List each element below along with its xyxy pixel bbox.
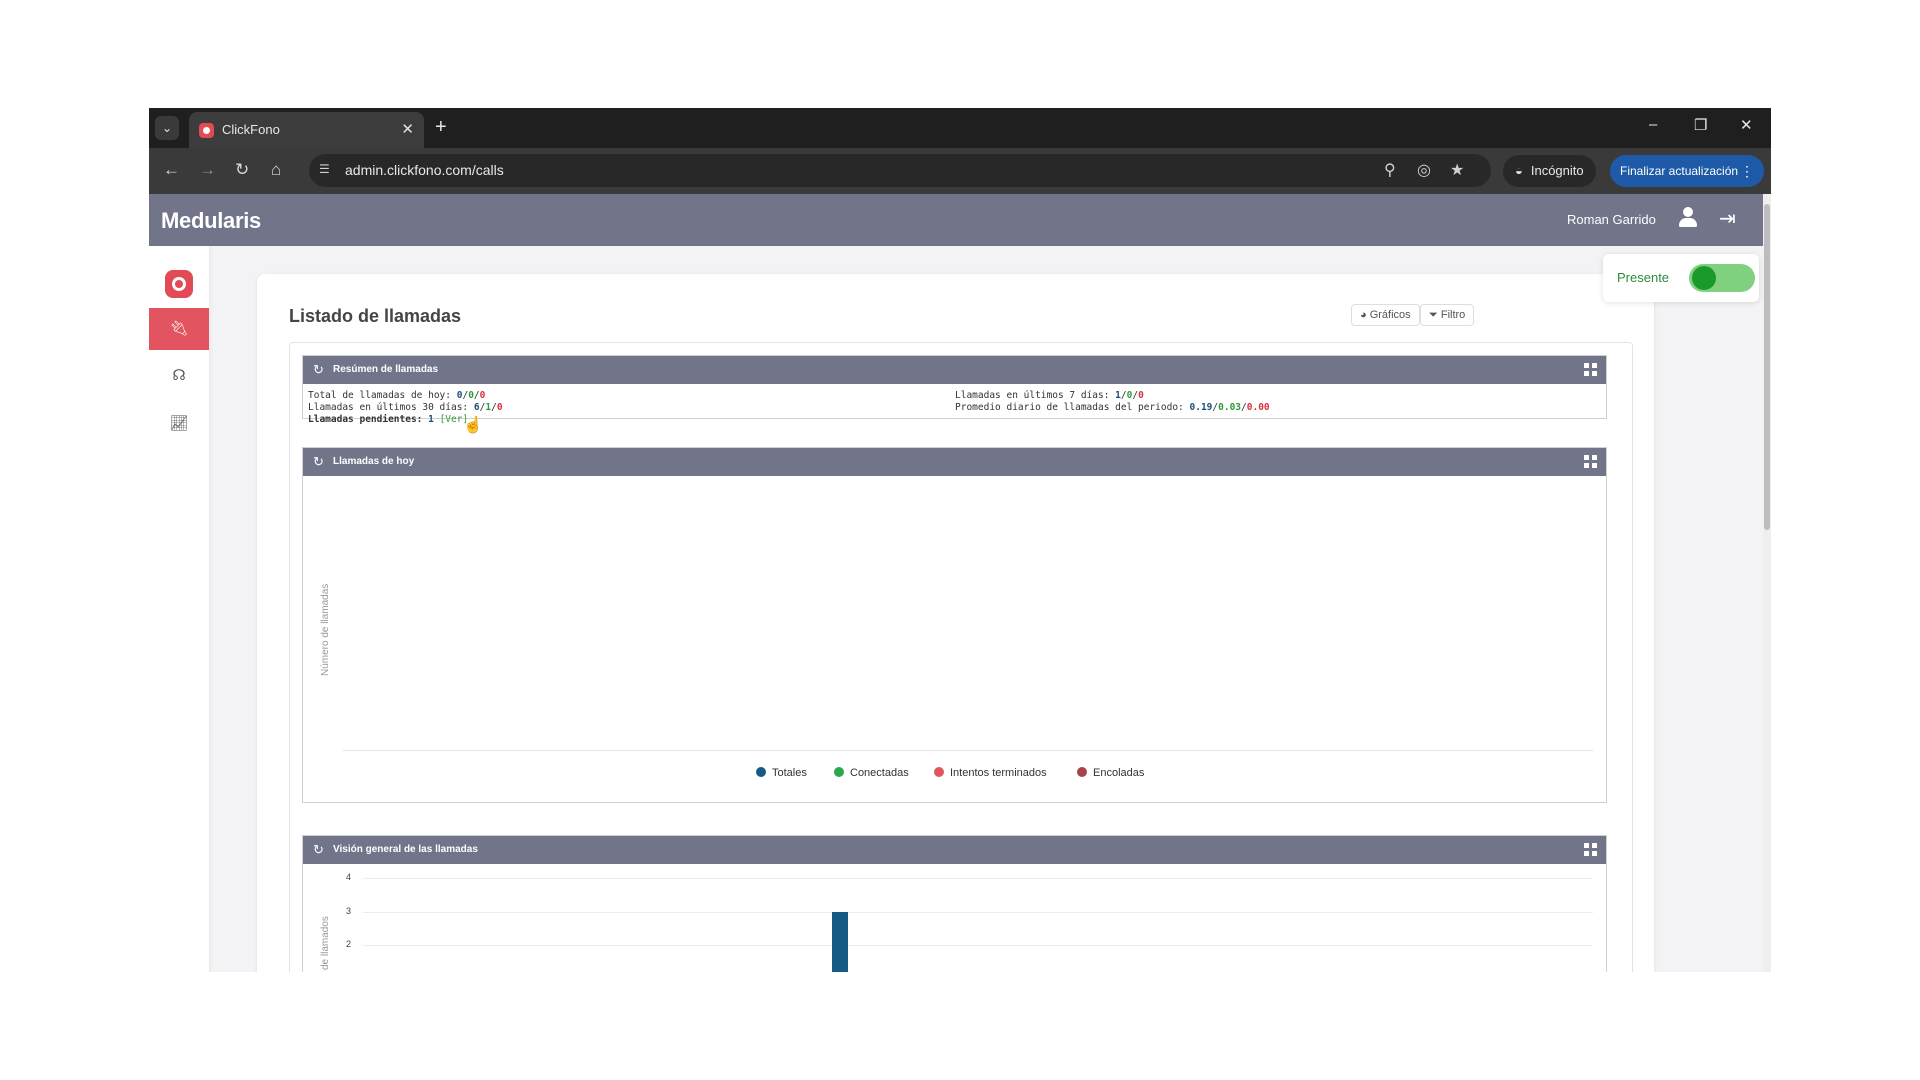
reload-icon[interactable]: ↻ xyxy=(235,160,249,180)
page-title: Listado de llamadas xyxy=(289,306,462,326)
summary-panel: ↻ Resúmen de llamadas Total de llamadas … xyxy=(302,355,1607,434)
y-tick-label: 4 xyxy=(345,872,351,882)
finish-update-button[interactable]: Finalizar actualización ⋮ xyxy=(1610,155,1764,187)
bar-totales[interactable] xyxy=(832,911,848,972)
charts-button[interactable]: ◕ Gráficos xyxy=(1351,304,1420,326)
minimize-button[interactable]: – xyxy=(1649,116,1657,133)
menu-dots-icon[interactable]: ⋮ xyxy=(1740,155,1754,187)
overview-panel: ↻ Visión general de las llamadas de llam… xyxy=(302,835,1607,972)
browser-toolbar: ← → ↻ ⌂ ☰ admin.clickfono.com/calls ⚲ ◎ … xyxy=(149,148,1771,194)
url-text[interactable]: admin.clickfono.com/calls xyxy=(345,162,504,178)
summary-panel-header: ↻ Resúmen de llamadas xyxy=(303,356,1606,384)
grid-line xyxy=(363,911,1593,913)
refresh-icon[interactable]: ↻ xyxy=(313,454,324,470)
grid-menu-icon[interactable] xyxy=(1584,843,1598,857)
today-panel-header: ↻ Llamadas de hoy xyxy=(303,448,1606,476)
eye-off-icon[interactable]: ◎ xyxy=(1417,160,1431,180)
close-window-button[interactable]: ✕ xyxy=(1740,116,1753,134)
screen: ⌄ ClickFono ✕ + – ❐ ✕ ← → ↻ ⌂ ☰ admin.cl… xyxy=(0,0,1920,1080)
last30-line: Llamadas en últimos 30 días: 6/1/0 xyxy=(308,402,503,413)
daily-average-line: Promedio diario de llamadas del periodo:… xyxy=(955,402,1270,413)
grid-line xyxy=(363,878,1593,879)
app-header: Medularis Roman Garrido ⇥ xyxy=(149,194,1763,246)
grid-line xyxy=(363,945,1593,946)
home-icon[interactable]: ⌂ xyxy=(271,160,281,180)
tab-search-button[interactable]: ⌄ xyxy=(155,116,179,140)
summary-title: Resúmen de llamadas xyxy=(333,364,439,375)
back-icon[interactable]: ← xyxy=(163,160,180,180)
today-total-line: Total de llamadas de hoy: 0/0/0 xyxy=(308,390,486,401)
update-label: Finalizar actualización xyxy=(1620,164,1739,178)
legend-item-totales[interactable]: Totales xyxy=(756,767,807,779)
grid-menu-icon[interactable] xyxy=(1584,455,1598,469)
browser-tab[interactable]: ClickFono ✕ xyxy=(189,112,424,148)
chart-line-icon: 📈︎ xyxy=(169,415,189,432)
sidebar: 🔌︎ ☊ 📈︎ xyxy=(149,246,209,972)
mouse-cursor-icon: ☝ xyxy=(463,417,483,434)
app-logo-icon[interactable] xyxy=(165,270,193,298)
sidebar-item-stats[interactable]: 📈︎ xyxy=(149,403,209,445)
sidebar-item-agents[interactable]: ☊ xyxy=(149,355,209,397)
restore-button[interactable]: ❐ xyxy=(1694,116,1707,134)
pending-line: Llamadas pendientes: 1 [Ver] xyxy=(308,414,469,425)
incognito-label: Incógnito xyxy=(1530,163,1584,178)
sidebar-item-calls[interactable]: 🔌︎ xyxy=(149,308,209,350)
new-tab-button[interactable]: + xyxy=(435,116,447,138)
browser-window: ⌄ ClickFono ✕ + – ❐ ✕ ← → ↻ ⌂ ☰ admin.cl… xyxy=(149,108,1771,972)
grid-menu-icon[interactable] xyxy=(1584,363,1598,377)
zoom-icon[interactable]: ⚲ xyxy=(1384,160,1396,180)
presence-toggle[interactable] xyxy=(1689,264,1755,292)
last7-line: Llamadas en últimos 7 días: 1/0/0 xyxy=(955,390,1144,401)
filter-label: Filtro xyxy=(1440,309,1466,321)
user-icon[interactable] xyxy=(1677,206,1699,230)
app-viewport: Medularis Roman Garrido ⇥ 🔌︎ ☊ 📈︎ Listad… xyxy=(149,194,1763,972)
filter-icon: ⏷ xyxy=(1429,309,1441,321)
legend-item-intentos-terminados[interactable]: Intentos terminados xyxy=(934,767,1047,779)
toggle-knob xyxy=(1692,266,1716,290)
legend-swatch xyxy=(934,767,944,777)
legend-swatch xyxy=(756,767,766,777)
overview-panel-header: ↻ Visión general de las llamadas xyxy=(303,836,1606,864)
today-chart-title: Llamadas de hoy xyxy=(333,456,415,467)
pie-chart-icon: ◕ xyxy=(1360,309,1370,321)
charts-label: Gráficos xyxy=(1369,309,1411,321)
y-tick-label: 3 xyxy=(345,905,351,916)
incognito-badge[interactable]: ◒ Incógnito xyxy=(1503,155,1596,187)
overview-y-axis-title: de llamados xyxy=(320,916,331,970)
tab-close-icon[interactable]: ✕ xyxy=(401,120,414,138)
presence-toggle-card: Presente xyxy=(1603,254,1759,302)
headset-icon: ☊ xyxy=(172,367,186,384)
refresh-icon[interactable]: ↻ xyxy=(313,362,324,378)
refresh-icon[interactable]: ↻ xyxy=(313,842,324,858)
today-x-axis xyxy=(343,750,1593,751)
forward-icon[interactable]: → xyxy=(199,160,216,180)
favicon-icon xyxy=(199,123,214,138)
incognito-icon: ◒ xyxy=(1515,163,1523,178)
site-settings-icon[interactable]: ☰ xyxy=(319,162,335,178)
presence-label: Presente xyxy=(1617,270,1670,285)
logout-icon[interactable]: ⇥ xyxy=(1719,206,1736,231)
legend-swatch xyxy=(834,767,844,777)
overview-chart-title: Visión general de las llamadas xyxy=(333,844,478,855)
today-calls-panel: ↻ Llamadas de hoy Número de llamadas Tot… xyxy=(302,447,1607,803)
address-bar[interactable]: ☰ admin.clickfono.com/calls ⚲ ◎ ★ xyxy=(309,154,1491,187)
brand-logo[interactable]: Medularis xyxy=(161,208,261,234)
plug-icon: 🔌︎ xyxy=(169,320,189,337)
tab-title: ClickFono xyxy=(222,122,280,137)
calls-dashboard: ↻ Resúmen de llamadas Total de llamadas … xyxy=(289,342,1633,972)
y-tick-label: 2 xyxy=(345,939,351,949)
today-y-axis-title: Número de llamadas xyxy=(320,583,331,676)
user-name[interactable]: Roman Garrido xyxy=(1567,212,1656,227)
filter-button[interactable]: ⏷ Filtro xyxy=(1420,304,1475,326)
legend-item-conectadas[interactable]: Conectadas xyxy=(834,767,909,779)
main-content: Listado de llamadas ◕ Gráficos ⏷ Filtro … xyxy=(257,274,1654,972)
page-scrollbar-thumb[interactable] xyxy=(1764,204,1770,530)
bookmark-star-icon[interactable]: ★ xyxy=(1450,160,1464,180)
legend-swatch xyxy=(1077,767,1087,777)
legend-item-encoladas[interactable]: Encoladas xyxy=(1077,767,1144,779)
tab-bar: ⌄ ClickFono ✕ + – ❐ ✕ xyxy=(149,108,1771,148)
